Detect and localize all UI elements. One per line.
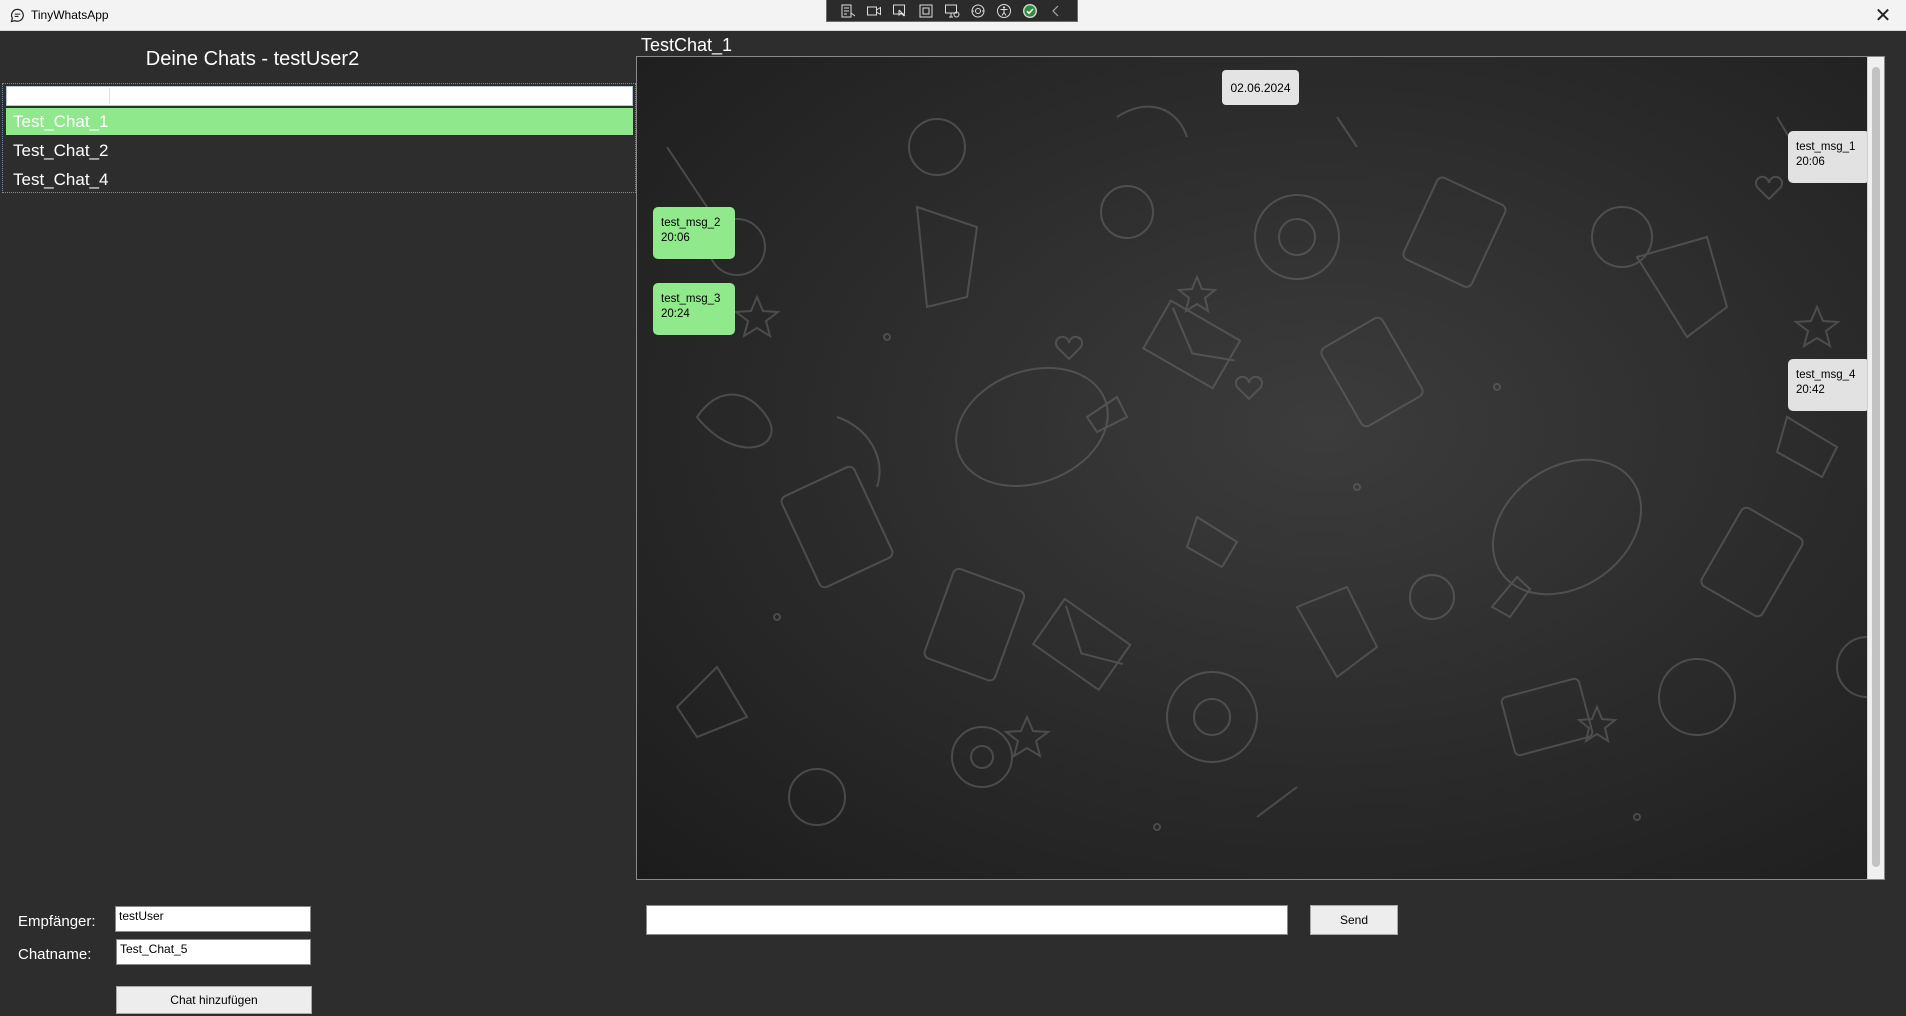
vertical-scrollbar[interactable] bbox=[1867, 57, 1884, 879]
message-time: 20:06 bbox=[661, 232, 690, 244]
message-text: test_msg_3 bbox=[661, 293, 721, 305]
doodle-background bbox=[666, 105, 1884, 831]
select-element-icon[interactable] bbox=[891, 2, 909, 20]
message-bubble[interactable]: test_msg_1 20:06 bbox=[1788, 131, 1870, 183]
message-text: test_msg_4 bbox=[1796, 369, 1856, 381]
display-layout-adorners-icon[interactable] bbox=[917, 2, 935, 20]
window-title: TinyWhatsApp bbox=[31, 8, 109, 22]
close-button[interactable]: ✕ bbox=[1860, 0, 1906, 31]
chatname-field[interactable]: Test_Chat_5 bbox=[116, 939, 311, 965]
chat-message-panel[interactable]: 02.06.2024 test_msg_1 20:06 test_msg_2 2… bbox=[636, 56, 1885, 880]
track-focused-element-icon[interactable] bbox=[943, 2, 961, 20]
date-badge: 02.06.2024 bbox=[1222, 70, 1299, 105]
accessibility-icon[interactable] bbox=[995, 2, 1013, 20]
chat-list-item[interactable]: Test_Chat_2 bbox=[6, 137, 633, 164]
message-bubble[interactable]: test_msg_4 20:42 bbox=[1788, 359, 1870, 411]
binding-failures-icon[interactable] bbox=[969, 2, 987, 20]
close-icon: ✕ bbox=[1874, 5, 1892, 27]
add-chat-button[interactable]: Chat hinzufügen bbox=[116, 986, 312, 1014]
chat-list-header[interactable] bbox=[6, 86, 633, 106]
chat-list-item[interactable]: Test_Chat_1 bbox=[6, 108, 633, 135]
live-visual-tree-icon[interactable] bbox=[839, 2, 857, 20]
message-input[interactable] bbox=[646, 905, 1288, 935]
checkmark-icon[interactable] bbox=[1021, 2, 1039, 20]
chat-title: TestChat_1 bbox=[641, 35, 733, 55]
message-bubble[interactable]: test_msg_2 20:06 bbox=[653, 207, 735, 259]
chatname-label: Chatname: bbox=[18, 946, 92, 963]
scrollbar-thumb[interactable] bbox=[1872, 67, 1880, 867]
chat-list-item[interactable]: Test_Chat_4 bbox=[6, 166, 633, 193]
chat-bubble-icon bbox=[10, 8, 24, 23]
chat-list[interactable]: Test_Chat_1 Test_Chat_2 Test_Chat_4 bbox=[2, 83, 636, 193]
debug-toolbar bbox=[826, 0, 1078, 22]
recipient-field[interactable]: testUser bbox=[115, 906, 311, 932]
chats-heading: Deine Chats - testUser2 bbox=[145, 48, 360, 70]
message-text: test_msg_1 bbox=[1796, 141, 1856, 153]
message-time: 20:06 bbox=[1796, 156, 1825, 168]
message-time: 20:24 bbox=[661, 308, 690, 320]
video-icon[interactable] bbox=[865, 2, 883, 20]
recipient-label: Empfänger: bbox=[18, 913, 96, 930]
message-bubble[interactable]: test_msg_3 20:24 bbox=[653, 283, 735, 335]
collapse-chevron-icon[interactable] bbox=[1047, 2, 1065, 20]
column-separator bbox=[109, 88, 110, 104]
message-text: test_msg_2 bbox=[661, 217, 721, 229]
message-time: 20:42 bbox=[1796, 384, 1825, 396]
send-button[interactable]: Send bbox=[1310, 905, 1398, 935]
